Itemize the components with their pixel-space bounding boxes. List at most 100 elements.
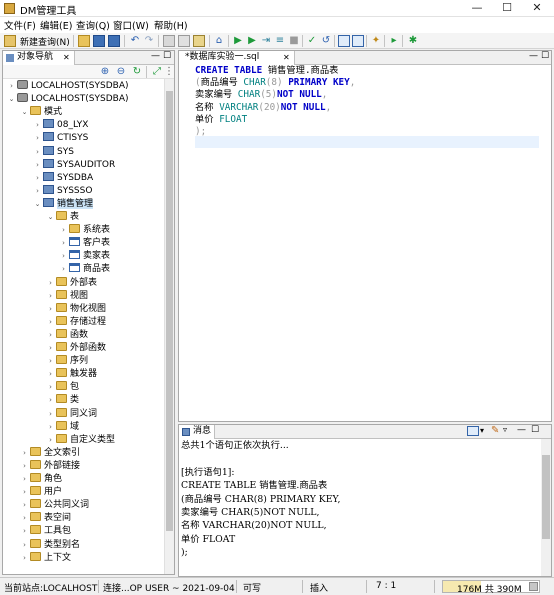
- tree-node[interactable]: › SYS: [33, 145, 74, 159]
- run-script-icon[interactable]: ⇥: [260, 35, 272, 47]
- chevron-right-icon[interactable]: ›: [46, 329, 55, 342]
- chevron-right-icon[interactable]: ›: [46, 290, 55, 303]
- stop-icon[interactable]: ■: [288, 35, 300, 47]
- grid-icon[interactable]: [338, 35, 350, 47]
- home-icon[interactable]: ⌂: [213, 35, 225, 47]
- chevron-right-icon[interactable]: ›: [46, 303, 55, 316]
- chevron-right-icon[interactable]: ›: [46, 342, 55, 355]
- tree-node[interactable]: › 工具包: [20, 525, 71, 538]
- table-view-icon[interactable]: [352, 35, 364, 47]
- chevron-right-icon[interactable]: ›: [33, 172, 42, 185]
- clear-messages-icon[interactable]: ✎: [491, 425, 499, 436]
- tree-node[interactable]: ⌄ 销售管理: [33, 197, 94, 211]
- cut-icon[interactable]: [163, 35, 175, 47]
- tree-node[interactable]: › 物化视图: [46, 302, 106, 316]
- paste-icon[interactable]: [193, 35, 205, 47]
- chevron-right-icon[interactable]: ›: [46, 381, 55, 394]
- chevron-right-icon[interactable]: ›: [46, 408, 55, 421]
- maximize-editor-icon[interactable]: ☐: [541, 51, 549, 61]
- tree-node[interactable]: › SYSSSO: [33, 184, 92, 198]
- explain-icon[interactable]: ≡: [274, 35, 286, 47]
- maximize-panel-icon[interactable]: ☐: [163, 51, 171, 61]
- tree-node[interactable]: › 类: [46, 394, 79, 407]
- menu-file[interactable]: 文件(F): [4, 18, 36, 32]
- chevron-right-icon[interactable]: ›: [46, 355, 55, 368]
- chevron-right-icon[interactable]: ›: [20, 525, 29, 538]
- chevron-right-icon[interactable]: ›: [20, 539, 29, 552]
- view-menu-icon[interactable]: ▿: [503, 425, 507, 434]
- tree-node[interactable]: › 视图: [46, 289, 88, 303]
- tree-node[interactable]: ⌄ 模式: [20, 106, 62, 119]
- refresh-icon[interactable]: ↻: [131, 66, 143, 78]
- tree-node[interactable]: › 触发器: [46, 368, 97, 381]
- tree-node[interactable]: › 函数: [46, 328, 88, 342]
- disconnect-icon[interactable]: ⊖: [115, 66, 127, 78]
- tree-node[interactable]: › 外部链接: [20, 459, 80, 473]
- tree-node[interactable]: › CTISYS: [33, 132, 88, 145]
- tree-node[interactable]: › SYSAUDITOR: [33, 158, 115, 172]
- chevron-right-icon[interactable]: ›: [20, 473, 29, 486]
- chevron-right-icon[interactable]: ›: [33, 185, 42, 198]
- chevron-right-icon[interactable]: ›: [20, 512, 29, 525]
- chevron-right-icon[interactable]: ›: [59, 237, 68, 250]
- save-icon[interactable]: [93, 35, 105, 47]
- tree-node[interactable]: › 客户表: [59, 237, 110, 250]
- tree-node[interactable]: › 用户: [20, 486, 62, 499]
- tree-node[interactable]: › 系统表: [59, 224, 110, 237]
- menu-query[interactable]: 查询(Q): [76, 18, 110, 32]
- tree-node[interactable]: › 全文索引: [20, 446, 80, 460]
- chevron-right-icon[interactable]: ›: [20, 460, 29, 473]
- maximize-button[interactable]: ☐: [492, 0, 522, 17]
- chevron-down-icon[interactable]: ⌄: [46, 211, 55, 224]
- connect-icon[interactable]: ⊕: [99, 66, 111, 78]
- sql-code-area[interactable]: CREATE TABLE 销售管理.商品表 (商品编号 CHAR(8) PRIMA…: [195, 65, 549, 138]
- run-line-icon[interactable]: ▶: [246, 35, 258, 47]
- chevron-down-icon[interactable]: ⌄: [20, 106, 29, 119]
- tree-node[interactable]: › 商品表: [59, 263, 110, 276]
- chevron-right-icon[interactable]: ›: [46, 316, 55, 329]
- tree-node[interactable]: › 存储过程: [46, 315, 106, 329]
- view-menu-icon[interactable]: ⋮: [163, 66, 175, 78]
- menu-window[interactable]: 窗口(W): [113, 18, 149, 32]
- chevron-right-icon[interactable]: ›: [7, 80, 16, 93]
- tree-node[interactable]: ⌄ 表: [46, 211, 79, 224]
- tab-sql-file[interactable]: *数据库实验一.sql ✕: [179, 51, 295, 65]
- tree-node[interactable]: ⌄ LOCALHOST(SYSDBA): [7, 93, 129, 106]
- close-button[interactable]: ✕: [522, 0, 552, 17]
- chevron-right-icon[interactable]: ›: [20, 499, 29, 512]
- chevron-right-icon[interactable]: ›: [46, 277, 55, 290]
- maximize-messages-icon[interactable]: ☐: [531, 425, 539, 435]
- undo-icon[interactable]: ↶: [129, 35, 141, 47]
- new-query-button[interactable]: 新建查询(N): [20, 35, 70, 48]
- run-icon[interactable]: ▶: [232, 35, 244, 47]
- tree-node[interactable]: › 域: [46, 420, 79, 434]
- chevron-right-icon[interactable]: ›: [59, 224, 68, 237]
- save-all-icon[interactable]: [108, 35, 120, 47]
- tree-node[interactable]: › 类型别名: [20, 538, 80, 552]
- chevron-right-icon[interactable]: ›: [46, 421, 55, 434]
- expand-all-icon[interactable]: ⤢: [151, 66, 163, 78]
- tree-node[interactable]: › 卖家表: [59, 250, 110, 263]
- chevron-right-icon[interactable]: ›: [33, 159, 42, 172]
- close-tab-icon[interactable]: ✕: [63, 51, 70, 64]
- messages-scrollbar-thumb[interactable]: [542, 455, 550, 539]
- chevron-right-icon[interactable]: ›: [20, 486, 29, 499]
- chevron-right-icon[interactable]: ›: [33, 119, 42, 132]
- tab-messages[interactable]: 消息: [179, 425, 215, 439]
- tree-node[interactable]: › 外部函数: [46, 342, 106, 355]
- chevron-right-icon[interactable]: ›: [46, 368, 55, 381]
- tree-node[interactable]: › 自定义类型: [46, 433, 115, 447]
- minimize-button[interactable]: —: [462, 0, 492, 17]
- tree-node[interactable]: › 外部表: [46, 276, 97, 290]
- tree-node[interactable]: › 公共同义词: [20, 499, 89, 512]
- chevron-down-icon[interactable]: ⌄: [7, 93, 16, 106]
- minimize-messages-icon[interactable]: —: [517, 425, 526, 435]
- chevron-down-icon[interactable]: ⌄: [33, 198, 42, 211]
- tree-node[interactable]: › 08_LYX: [33, 119, 88, 132]
- minimize-editor-icon[interactable]: —: [529, 51, 538, 61]
- open-folder-icon[interactable]: [78, 35, 90, 47]
- chevron-down-icon[interactable]: ▾: [480, 426, 484, 435]
- tree-node[interactable]: › LOCALHOST(SYSDBA): [7, 80, 129, 93]
- tree-node[interactable]: › SYSDBA: [33, 171, 93, 185]
- redo-icon[interactable]: ↷: [143, 35, 155, 47]
